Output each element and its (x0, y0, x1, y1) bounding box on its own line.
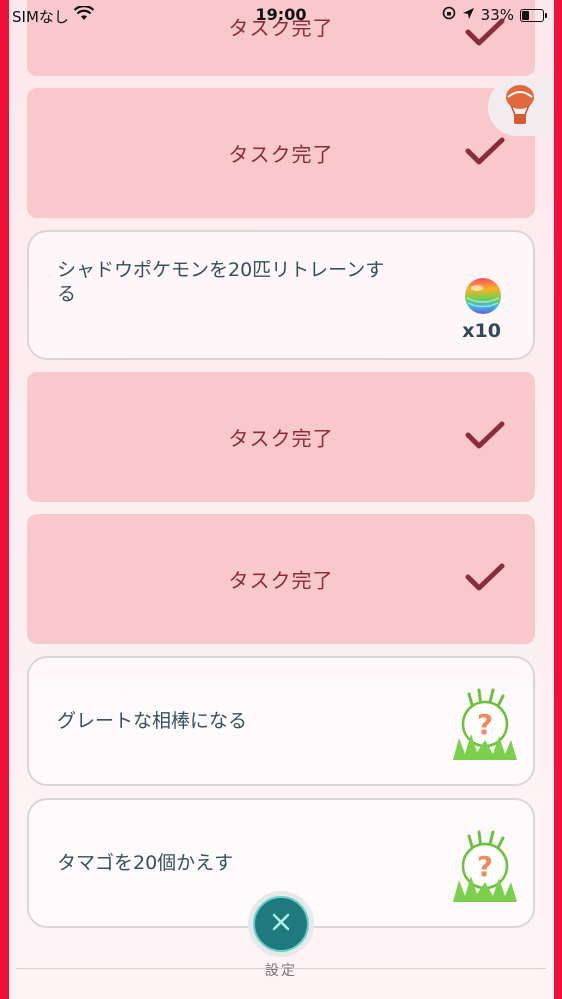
location-icon (462, 6, 475, 24)
task-complete-label: タスク完了 (228, 426, 334, 451)
status-bar: SIMなし 19:00 33% (0, 0, 562, 30)
checkmark-icon (465, 421, 505, 453)
left-edge-border (0, 0, 9, 999)
mystery-pokemon-icon: ? (449, 686, 521, 766)
checkmark-icon (465, 137, 505, 169)
settings-label[interactable]: 設定 (0, 960, 562, 980)
task-card[interactable]: グレートな相棒になる ? (27, 656, 535, 786)
task-complete-label: タスク完了 (228, 568, 334, 593)
close-button[interactable] (248, 891, 314, 957)
battery-icon (520, 8, 547, 22)
orientation-lock-icon (442, 6, 456, 24)
task-card-completed: タスク完了 (27, 88, 535, 218)
rare-candy-icon (463, 276, 503, 320)
battery-percent: 33% (480, 6, 514, 24)
right-edge-border (554, 0, 562, 999)
team-rocket-balloon-icon (502, 83, 538, 131)
close-icon (270, 911, 292, 937)
task-card-completed: タスク完了 (27, 372, 535, 502)
mystery-pokemon-icon: ? (449, 828, 521, 908)
svg-text:?: ? (477, 708, 493, 741)
task-card-completed: タスク完了 (27, 514, 535, 644)
task-complete-label: タスク完了 (228, 142, 334, 167)
team-rocket-balloon-button[interactable] (488, 78, 552, 136)
checkmark-icon (465, 563, 505, 595)
task-label: タマゴを20個かえす (57, 852, 234, 874)
svg-text:?: ? (477, 850, 493, 883)
task-label: グレートな相棒になる (57, 710, 248, 732)
task-label: シャドウポケモンを20匹リトレーンする (57, 259, 385, 305)
task-card[interactable]: シャドウポケモンを20匹リトレーンする x10 (27, 230, 535, 360)
reward-count: x10 (462, 320, 501, 342)
